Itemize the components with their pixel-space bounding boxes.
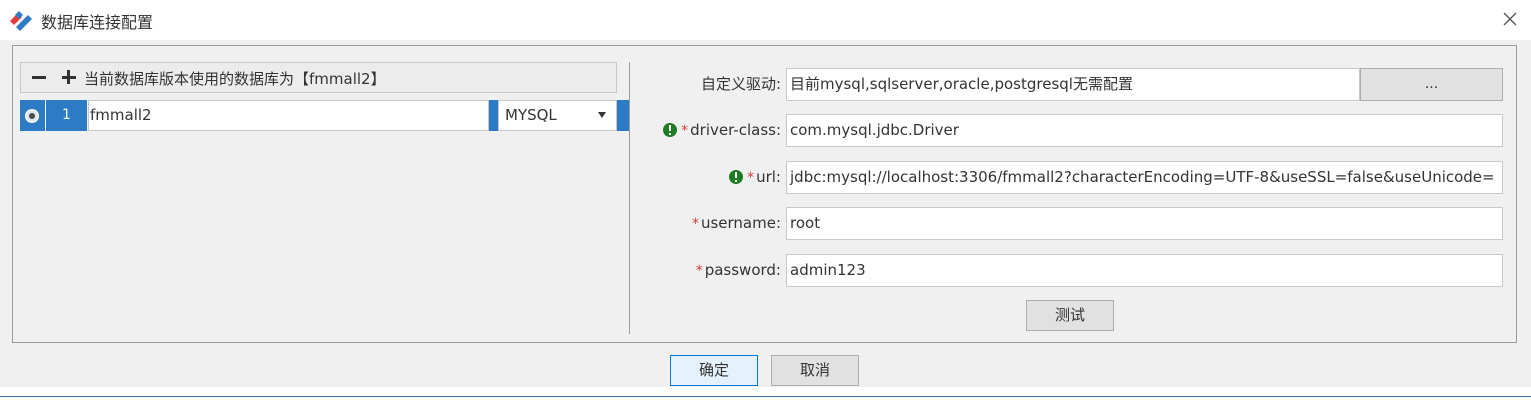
driver-class-label: * driver-class: (663, 114, 781, 147)
required-mark: * (681, 123, 689, 139)
close-button[interactable] (1497, 6, 1523, 32)
title-bar: 数据库连接配置 (0, 0, 1531, 40)
db-type-value: MYSQL (505, 106, 557, 124)
username-label: * username: (691, 214, 781, 232)
url-field[interactable]: jdbc:mysql://localhost:3306/fmmall2?char… (786, 161, 1503, 194)
exclamation-circle-icon (663, 123, 678, 137)
db-type-select[interactable]: MYSQL (498, 100, 617, 131)
password-label: * password: (695, 261, 781, 279)
db-name-field[interactable]: fmmall2 (88, 100, 489, 131)
row-selector[interactable] (20, 100, 45, 131)
ok-button[interactable]: 确定 (670, 355, 758, 386)
panel-divider (629, 62, 630, 334)
driver-field[interactable]: 目前mysql,sqlserver,oracle,postgresql无需配置 (786, 68, 1360, 101)
row-separator (489, 100, 498, 131)
driver-class-field[interactable]: com.mysql.jdbc.Driver (786, 114, 1503, 147)
url-label: * url: (729, 161, 781, 194)
exclamation-circle-icon (729, 170, 744, 184)
close-icon (1503, 12, 1517, 26)
row-end-cell (617, 100, 629, 131)
db-list-row[interactable]: 1 fmmall2 MYSQL (20, 100, 629, 131)
chevron-down-icon (598, 112, 606, 118)
app-logo-icon (10, 11, 32, 31)
driver-label: 自定义驱动: (700, 75, 781, 93)
plus-icon[interactable] (60, 68, 78, 86)
password-field[interactable]: admin123 (786, 254, 1503, 287)
browse-driver-button[interactable]: ... (1360, 68, 1503, 101)
cancel-button[interactable]: 取消 (771, 355, 859, 386)
minus-icon[interactable] (30, 68, 48, 86)
required-mark: * (747, 170, 755, 186)
required-mark: * (695, 263, 703, 279)
row-index: 1 (45, 100, 87, 131)
required-mark: * (691, 216, 699, 232)
db-list-toolbar: 当前数据库版本使用的数据库为【fmmall2】 (20, 62, 617, 93)
window-title: 数据库连接配置 (41, 13, 154, 32)
username-field[interactable]: root (786, 207, 1503, 240)
current-db-label: 当前数据库版本使用的数据库为【fmmall2】 (84, 70, 386, 88)
test-connection-button[interactable]: 测试 (1026, 300, 1114, 331)
window-bottom-border (0, 396, 1531, 401)
row-radio[interactable] (25, 109, 39, 123)
